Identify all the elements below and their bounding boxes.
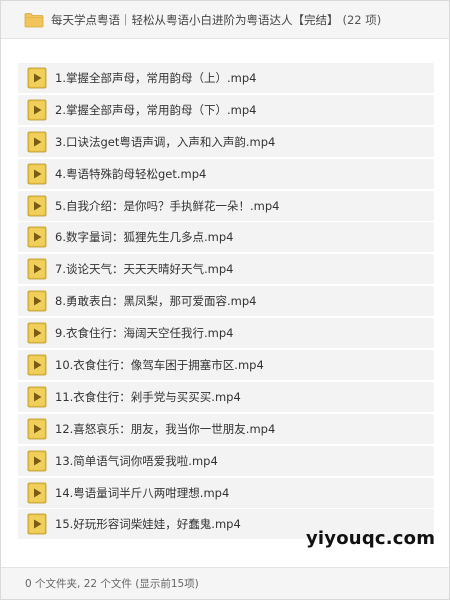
- file-name: 14.粤语量词半斤八两咁理想.mp4: [55, 485, 230, 500]
- file-name: 4.粤语特殊韵母轻松get.mp4: [55, 166, 207, 181]
- file-row[interactable]: 4.粤语特殊韵母轻松get.mp4: [18, 158, 434, 189]
- video-file-icon: [27, 290, 47, 312]
- file-row[interactable]: 12.喜怒哀乐：朋友，我当你一世朋友.mp4: [18, 413, 434, 444]
- file-name: 9.衣食住行：海阔天空任我行.mp4: [55, 326, 234, 341]
- file-name: 11.衣食住行：剁手党与买买买.mp4: [55, 389, 241, 404]
- file-row[interactable]: 6.数字量词：狐狸先生几多点.mp4: [18, 222, 434, 253]
- video-file-icon: [27, 99, 47, 121]
- file-name: 8.勇敢表白：黑凤梨，那可爱面容.mp4: [55, 294, 257, 309]
- file-name: 13.简单语气词你唔爱我啦.mp4: [55, 453, 218, 468]
- file-row[interactable]: 7.谈论天气：天天天晴好天气.mp4: [18, 254, 434, 285]
- video-file-icon: [27, 195, 47, 217]
- file-list-window: 每天学点粤语｜轻松从粤语小白进阶为粤语达人【完结】 (22 项) 1.掌握全部声…: [0, 0, 450, 600]
- item-count: (22 项): [342, 12, 382, 27]
- video-file-icon: [27, 226, 47, 248]
- file-name: 1.掌握全部声母，常用韵母（上）.mp4: [55, 71, 257, 85]
- video-file-icon: [27, 67, 47, 89]
- file-row[interactable]: 2.掌握全部声母，常用韵母（下）.mp4: [18, 94, 434, 125]
- video-file-icon: [27, 450, 47, 472]
- video-file-icon: [27, 386, 47, 408]
- folder-header: 每天学点粤语｜轻松从粤语小白进阶为粤语达人【完结】 (22 项): [1, 1, 449, 39]
- video-file-icon: [27, 482, 47, 504]
- file-name: 15.好玩形容词柴娃娃，好蠢鬼.mp4: [55, 517, 241, 532]
- file-name: 3.口诀法get粤语声调，入声和入声韵.mp4: [55, 134, 276, 149]
- video-file-icon: [27, 354, 47, 376]
- status-bar: 0 个文件夹, 22 个文件 (显示前15项): [1, 567, 449, 599]
- video-file-icon: [27, 418, 47, 440]
- video-file-icon: [27, 131, 47, 153]
- file-row[interactable]: 14.粤语量词半斤八两咁理想.mp4: [18, 477, 434, 508]
- folder-icon: [24, 12, 44, 28]
- file-name: 5.自我介绍：是你吗？手执鲜花一朵！.mp4: [55, 198, 280, 213]
- file-row[interactable]: 10.衣食住行：像驾车困于拥塞市区.mp4: [18, 350, 434, 381]
- file-name: 7.谈论天气：天天天晴好天气.mp4: [55, 262, 234, 277]
- file-row[interactable]: 3.口诀法get粤语声调，入声和入声韵.mp4: [18, 126, 434, 157]
- status-summary: 0 个文件夹, 22 个文件 (显示前15项): [25, 578, 199, 590]
- folder-title: 每天学点粤语｜轻松从粤语小白进阶为粤语达人【完结】: [51, 12, 339, 27]
- file-row[interactable]: 13.简单语气词你唔爱我啦.mp4: [18, 445, 434, 476]
- file-row[interactable]: 9.衣食住行：海阔天空任我行.mp4: [18, 318, 434, 349]
- file-row[interactable]: 11.衣食住行：剁手党与买买买.mp4: [18, 381, 434, 412]
- file-row[interactable]: 5.自我介绍：是你吗？手执鲜花一朵！.mp4: [18, 190, 434, 221]
- file-name: 10.衣食住行：像驾车困于拥塞市区.mp4: [55, 358, 264, 373]
- video-file-icon: [27, 258, 47, 280]
- video-file-icon: [27, 163, 47, 185]
- file-row[interactable]: 8.勇敢表白：黑凤梨，那可爱面容.mp4: [18, 286, 434, 317]
- video-file-icon: [27, 513, 47, 535]
- file-name: 6.数字量词：狐狸先生几多点.mp4: [55, 230, 234, 245]
- video-file-icon: [27, 322, 47, 344]
- watermark: yiyouqc.com: [306, 528, 436, 549]
- file-name: 12.喜怒哀乐：朋友，我当你一世朋友.mp4: [55, 421, 276, 436]
- file-name: 2.掌握全部声母，常用韵母（下）.mp4: [55, 102, 257, 117]
- file-row[interactable]: 1.掌握全部声母，常用韵母（上）.mp4: [18, 63, 434, 93]
- file-list: 1.掌握全部声母，常用韵母（上）.mp4 2.掌握全部声母，常用韵母（下）.mp4…: [18, 63, 434, 541]
